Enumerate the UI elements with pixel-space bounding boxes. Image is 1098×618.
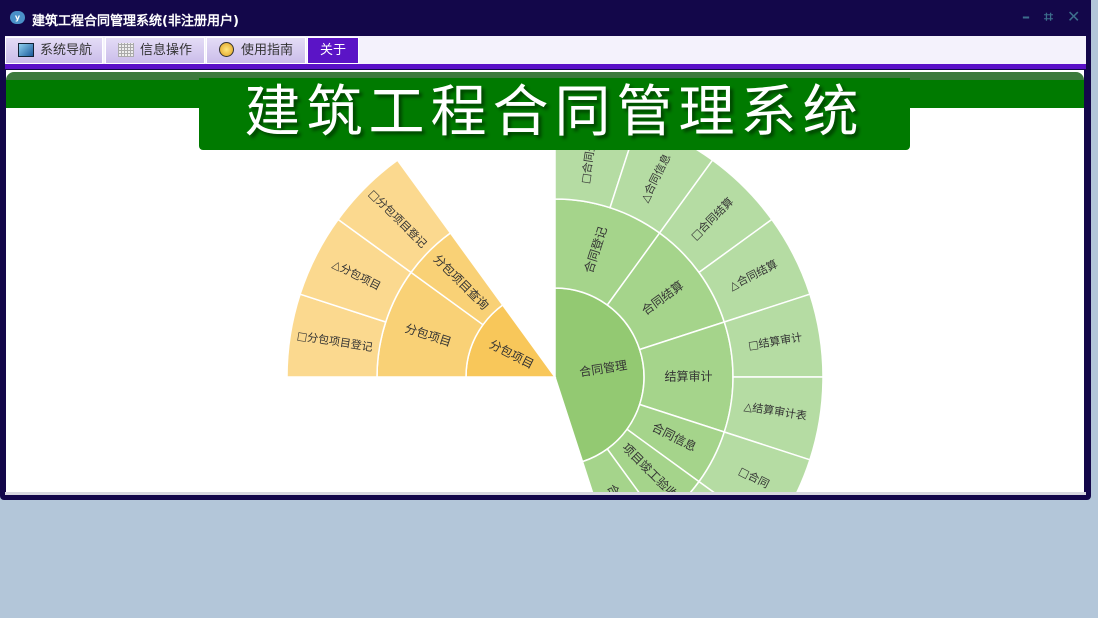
menu-tabs: 系统导航 信息操作 使用指南 关于 bbox=[5, 36, 1086, 64]
tab-underline bbox=[5, 64, 1086, 69]
tab-about[interactable]: 关于 bbox=[307, 37, 359, 64]
tab-info-ops[interactable]: 信息操作 bbox=[105, 37, 205, 64]
window-bottom-edge bbox=[5, 492, 1086, 495]
tab-system-nav[interactable]: 系统导航 bbox=[5, 37, 103, 64]
help-icon bbox=[219, 42, 234, 57]
tab-label: 关于 bbox=[320, 43, 347, 58]
app-window: y 建筑工程合同管理系统(非注册用户) – ⌗ ✕ 系统导航 信息操作 使用指南… bbox=[0, 0, 1091, 500]
title-bar[interactable]: y 建筑工程合同管理系统(非注册用户) – ⌗ ✕ bbox=[0, 0, 1091, 36]
grid-icon bbox=[118, 43, 134, 57]
tab-user-guide[interactable]: 使用指南 bbox=[206, 37, 306, 64]
close-button[interactable]: ✕ bbox=[1067, 7, 1080, 26]
app-logo-icon: y bbox=[10, 11, 25, 24]
sunburst-label: 结算审计 bbox=[664, 369, 712, 384]
tab-label: 信息操作 bbox=[140, 43, 193, 58]
window-title: 建筑工程合同管理系统(非注册用户) bbox=[32, 14, 239, 29]
content-panel: 合同管理 合同登记 □合同登记 △合同信息 合同结算 □合同结算 △合同结算 结算审计 □结算审… bbox=[6, 70, 1084, 492]
tab-label: 系统导航 bbox=[40, 43, 93, 58]
monitor-icon bbox=[18, 43, 34, 57]
minimize-button[interactable]: – bbox=[1022, 7, 1030, 26]
restore-button[interactable]: ⌗ bbox=[1044, 7, 1053, 27]
tab-label: 使用指南 bbox=[241, 43, 294, 58]
system-banner-title: 建筑工程合同管理系统 bbox=[199, 78, 910, 150]
